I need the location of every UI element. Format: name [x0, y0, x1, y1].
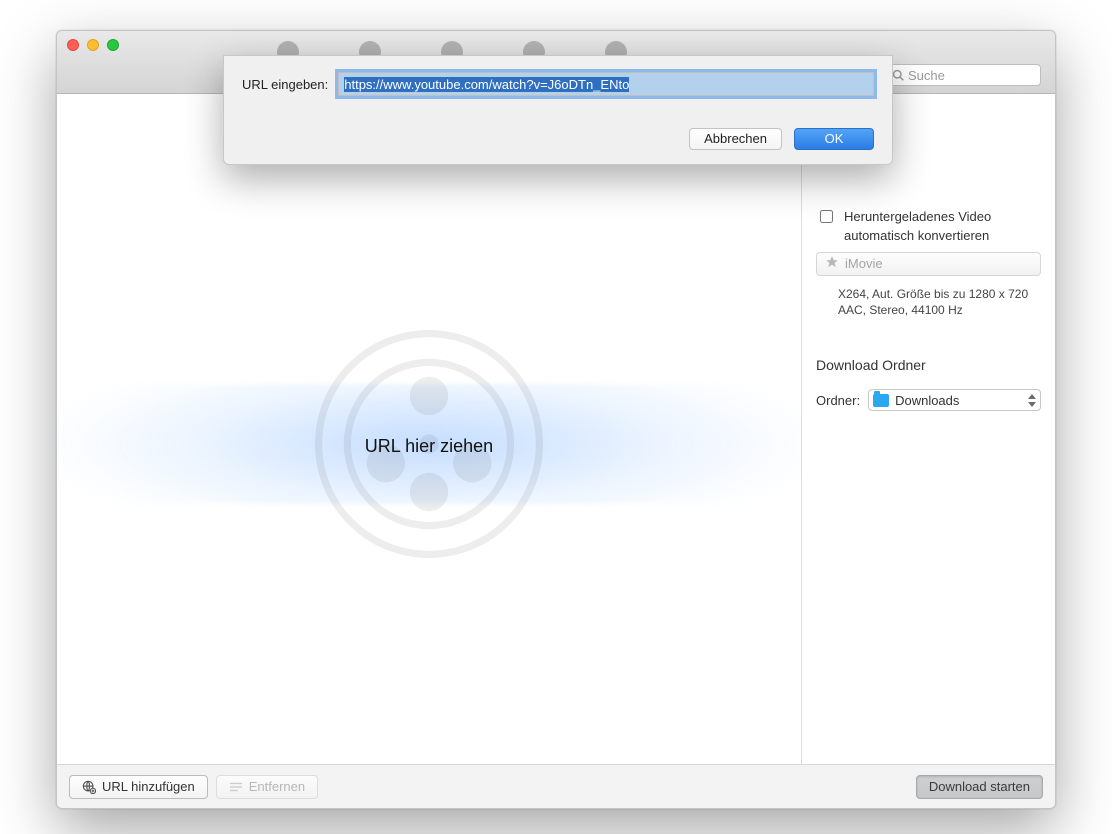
download-folder-title: Download Ordner	[816, 357, 1041, 373]
preset-selector[interactable]: iMovie	[816, 252, 1041, 276]
auto-convert-row: Heruntergeladenes Video automatisch konv…	[816, 208, 1041, 246]
download-folder-row: Ordner: Downloads	[816, 389, 1041, 411]
window-traffic-lights	[67, 39, 119, 51]
folder-value: Downloads	[895, 393, 959, 408]
search-placeholder: Suche	[908, 68, 945, 83]
remove-label: Entfernen	[249, 779, 305, 794]
ok-button[interactable]: OK	[794, 128, 874, 150]
auto-convert-checkbox[interactable]	[820, 210, 833, 223]
start-download-button[interactable]: Download starten	[916, 775, 1043, 799]
preset-label: iMovie	[845, 256, 883, 271]
folder-label: Ordner:	[816, 393, 860, 408]
side-panel: Heruntergeladenes Video automatisch konv…	[802, 94, 1055, 764]
zoom-window-icon[interactable]	[107, 39, 119, 51]
app-window: Suche URL hier ziehen	[56, 30, 1056, 809]
codec-line: AAC, Stereo, 44100 Hz	[838, 302, 1041, 319]
drop-zone[interactable]: URL hier ziehen	[57, 94, 802, 764]
list-remove-icon	[229, 781, 243, 793]
drop-zone-label: URL hier ziehen	[57, 436, 801, 457]
globe-plus-icon	[82, 780, 96, 794]
close-window-icon[interactable]	[67, 39, 79, 51]
search-icon	[892, 69, 904, 81]
preset-star-icon	[825, 255, 839, 272]
codec-info: X264, Aut. Größe bis zu 1280 x 720 AAC, …	[838, 286, 1041, 320]
add-url-label: URL hinzufügen	[102, 779, 195, 794]
start-download-label: Download starten	[929, 779, 1030, 794]
chevron-up-down-icon	[1026, 392, 1038, 408]
folder-icon	[873, 394, 889, 407]
url-input-field[interactable]	[338, 72, 874, 96]
cancel-button[interactable]: Abbrechen	[689, 128, 782, 150]
window-body: URL hier ziehen Heruntergeladenes Video …	[57, 94, 1055, 764]
minimize-window-icon[interactable]	[87, 39, 99, 51]
remove-button: Entfernen	[216, 775, 318, 799]
codec-line: X264, Aut. Größe bis zu 1280 x 720	[838, 286, 1041, 303]
search-input[interactable]: Suche	[885, 64, 1041, 86]
auto-convert-label: Heruntergeladenes Video automatisch konv…	[844, 208, 1041, 246]
folder-select[interactable]: Downloads	[868, 389, 1041, 411]
add-url-button[interactable]: URL hinzufügen	[69, 775, 208, 799]
bottom-toolbar: URL hinzufügen Entfernen Download starte…	[57, 764, 1055, 808]
url-input-sheet: URL eingeben: Abbrechen OK	[223, 55, 893, 165]
url-input-label: URL eingeben:	[242, 77, 328, 92]
